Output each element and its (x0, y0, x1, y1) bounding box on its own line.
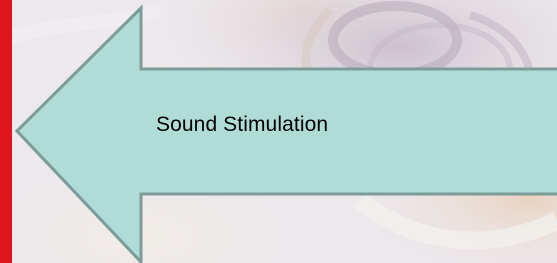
slide-canvas: Sound Stimulation (0, 0, 557, 263)
arrow-label: Sound Stimulation (156, 113, 329, 136)
